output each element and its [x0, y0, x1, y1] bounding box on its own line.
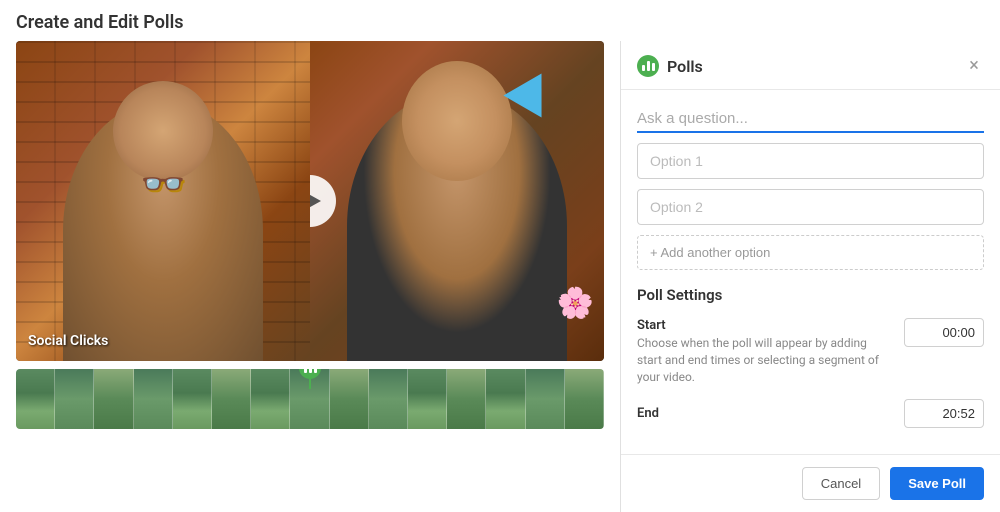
poll-marker-line [309, 379, 311, 389]
option1-input[interactable] [637, 143, 984, 179]
video-left-half: 👓 Social Clicks [16, 41, 310, 361]
right-panel: Polls × + Add another option Poll Settin… [620, 41, 1000, 512]
timeline-frame [134, 369, 173, 429]
panel-header: Polls × [621, 41, 1000, 90]
video-timeline[interactable] [16, 369, 604, 429]
play-button[interactable] [310, 175, 336, 227]
end-label: End [637, 406, 892, 421]
person-right [347, 91, 567, 361]
left-panel: 👓 Social Clicks 🌸 [0, 41, 620, 512]
timeline-frame [16, 369, 55, 429]
timeline-frame [55, 369, 94, 429]
start-time-input[interactable] [904, 318, 984, 347]
start-setting-row: Start Choose when the poll will appear b… [637, 318, 984, 385]
play-icon [310, 191, 321, 211]
timeline-frame [251, 369, 290, 429]
add-option-button[interactable]: + Add another option [637, 235, 984, 270]
person-left [63, 101, 263, 361]
bar1 [642, 65, 645, 71]
glasses-sticker: 👓 [141, 163, 186, 205]
panel-footer: Cancel Save Poll [621, 454, 1000, 512]
end-time-input[interactable] [904, 399, 984, 428]
video-right-half: 🌸 [310, 41, 604, 361]
bar2 [309, 369, 312, 373]
flower-sticker: 🌸 [557, 286, 594, 321]
page-title: Create and Edit Polls [0, 0, 1000, 41]
save-poll-button[interactable]: Save Poll [890, 467, 984, 500]
close-button[interactable]: × [964, 56, 984, 76]
poll-icon-bars [304, 369, 317, 373]
timeline-frame [173, 369, 212, 429]
timeline-frame [447, 369, 486, 429]
start-label: Start [637, 318, 892, 333]
poll-settings-title: Poll Settings [637, 286, 984, 304]
timeline-frame [526, 369, 565, 429]
start-desc: Choose when the poll will appear by addi… [637, 335, 892, 385]
bar3 [314, 369, 317, 373]
start-label-area: Start Choose when the poll will appear b… [637, 318, 892, 385]
bar3 [652, 63, 655, 71]
timeline-frame [486, 369, 525, 429]
poll-marker-icon [299, 369, 321, 379]
question-input[interactable] [637, 106, 984, 133]
poll-marker [299, 369, 321, 389]
timeline-frame [369, 369, 408, 429]
end-setting-row: End [637, 399, 984, 428]
bar1 [304, 369, 307, 373]
polls-icon [637, 55, 659, 77]
timeline-frame [330, 369, 369, 429]
video-player[interactable]: 👓 Social Clicks 🌸 [16, 41, 604, 361]
social-clicks-label: Social Clicks [28, 333, 108, 349]
cancel-button[interactable]: Cancel [802, 467, 880, 500]
bar2 [647, 61, 650, 71]
timeline-frame [94, 369, 133, 429]
timeline-frame [408, 369, 447, 429]
polls-title: Polls [667, 57, 703, 76]
polls-icon-bars [642, 61, 655, 71]
option2-input[interactable] [637, 189, 984, 225]
timeline-frame [212, 369, 251, 429]
timeline-frame [565, 369, 604, 429]
panel-body: + Add another option Poll Settings Start… [621, 90, 1000, 454]
panel-title-area: Polls [637, 55, 703, 77]
